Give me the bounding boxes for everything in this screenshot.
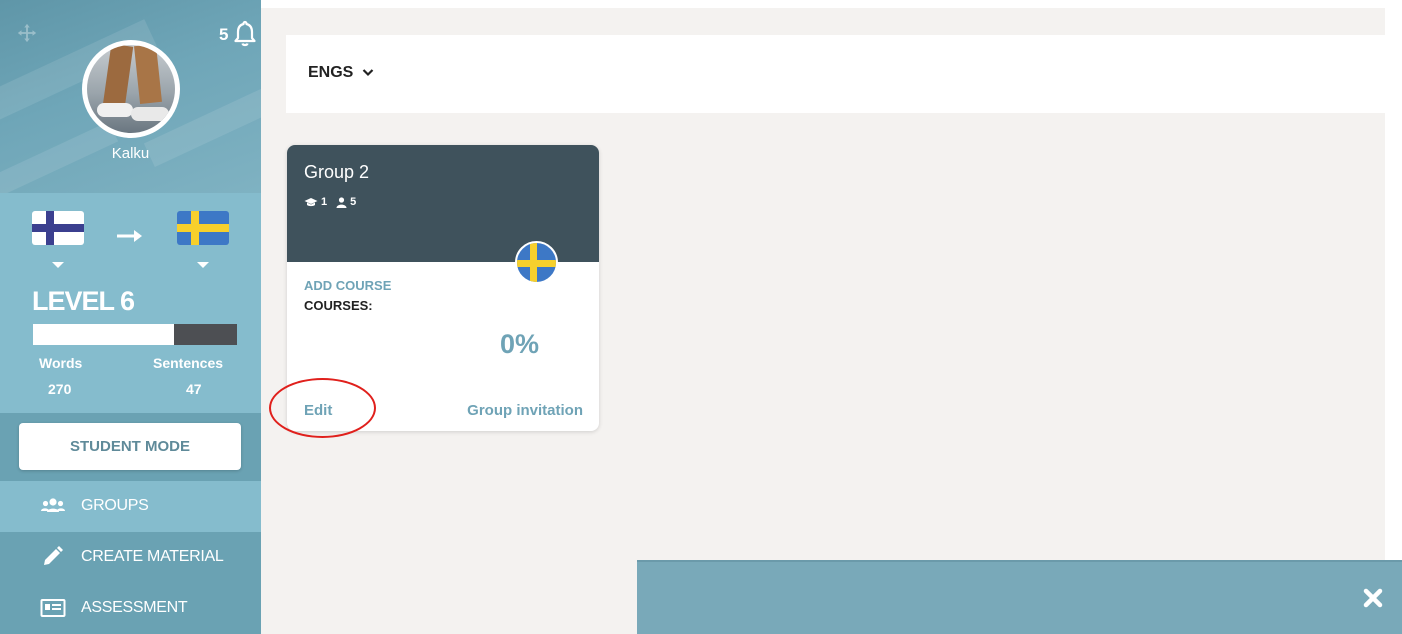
arrow-right-icon	[117, 230, 142, 242]
users-icon	[41, 498, 65, 512]
id-card-icon	[40, 599, 66, 617]
chevron-down-icon	[362, 69, 374, 77]
group-invitation-link[interactable]: Group invitation	[467, 402, 583, 419]
level-progress-fill	[33, 324, 174, 345]
group-card-header: Group 2 1 5	[287, 145, 599, 262]
profile-header: 5 Kalku	[0, 0, 261, 193]
student-mode-button[interactable]: STUDENT MODE	[19, 423, 241, 470]
students-count: 5	[350, 196, 357, 208]
close-icon[interactable]	[1362, 587, 1384, 609]
group-dropdown-label: ENGS	[308, 64, 354, 81]
group-card-meta: 1 5	[304, 196, 356, 208]
finland-flag-icon[interactable]	[32, 211, 84, 245]
bell-icon[interactable]	[233, 20, 257, 48]
group-card[interactable]: Group 2 1 5 ADD COURSE COURSES: 0% Edit …	[287, 145, 599, 431]
move-icon[interactable]	[16, 22, 38, 44]
right-strip	[1385, 0, 1402, 560]
words-value: 270	[48, 381, 72, 397]
sweden-flag-icon	[515, 241, 558, 284]
username: Kalku	[111, 145, 150, 162]
group-selector-bar: ENGS	[286, 35, 1385, 113]
group-dropdown[interactable]: ENGS	[308, 64, 374, 82]
nav-label-create-material: CREATE MATERIAL	[81, 548, 224, 565]
avatar[interactable]	[82, 40, 180, 138]
group-card-title: Group 2	[304, 162, 370, 182]
language-panel: LEVEL 6 Words Sentences 270 47	[0, 193, 261, 413]
pencil-icon	[44, 546, 63, 565]
group-progress-percent: 0%	[500, 329, 540, 359]
courses-label: COURSES:	[304, 298, 373, 313]
notification-count: 5	[219, 25, 229, 44]
bottom-banner	[637, 560, 1402, 634]
level-progress-bar	[33, 324, 237, 345]
caret-down-icon[interactable]	[52, 262, 64, 268]
mode-area: STUDENT MODE	[0, 413, 261, 481]
sweden-flag-icon[interactable]	[177, 211, 229, 245]
graduation-cap-icon	[304, 198, 318, 207]
caret-down-icon[interactable]	[197, 262, 209, 268]
nav-label-assessment: ASSESSMENT	[81, 599, 188, 616]
nav-item-create-material[interactable]: CREATE MATERIAL	[0, 532, 261, 583]
top-strip	[261, 0, 1402, 8]
user-icon	[336, 196, 347, 208]
edit-link[interactable]: Edit	[304, 402, 332, 419]
nav-item-groups[interactable]: GROUPS	[0, 481, 261, 532]
words-label: Words	[39, 355, 83, 371]
teachers-count: 1	[321, 196, 328, 208]
nav-item-assessment[interactable]: ASSESSMENT	[0, 583, 261, 634]
sentences-label: Sentences	[153, 355, 224, 371]
add-course-link[interactable]: ADD COURSE	[304, 278, 391, 293]
level-title: LEVEL 6	[32, 286, 135, 316]
sentences-value: 47	[186, 381, 202, 397]
sidebar: 5 Kalku LEVEL 6 Words Sentences 270 47 S…	[0, 0, 261, 634]
nav-label-groups: GROUPS	[81, 497, 149, 514]
